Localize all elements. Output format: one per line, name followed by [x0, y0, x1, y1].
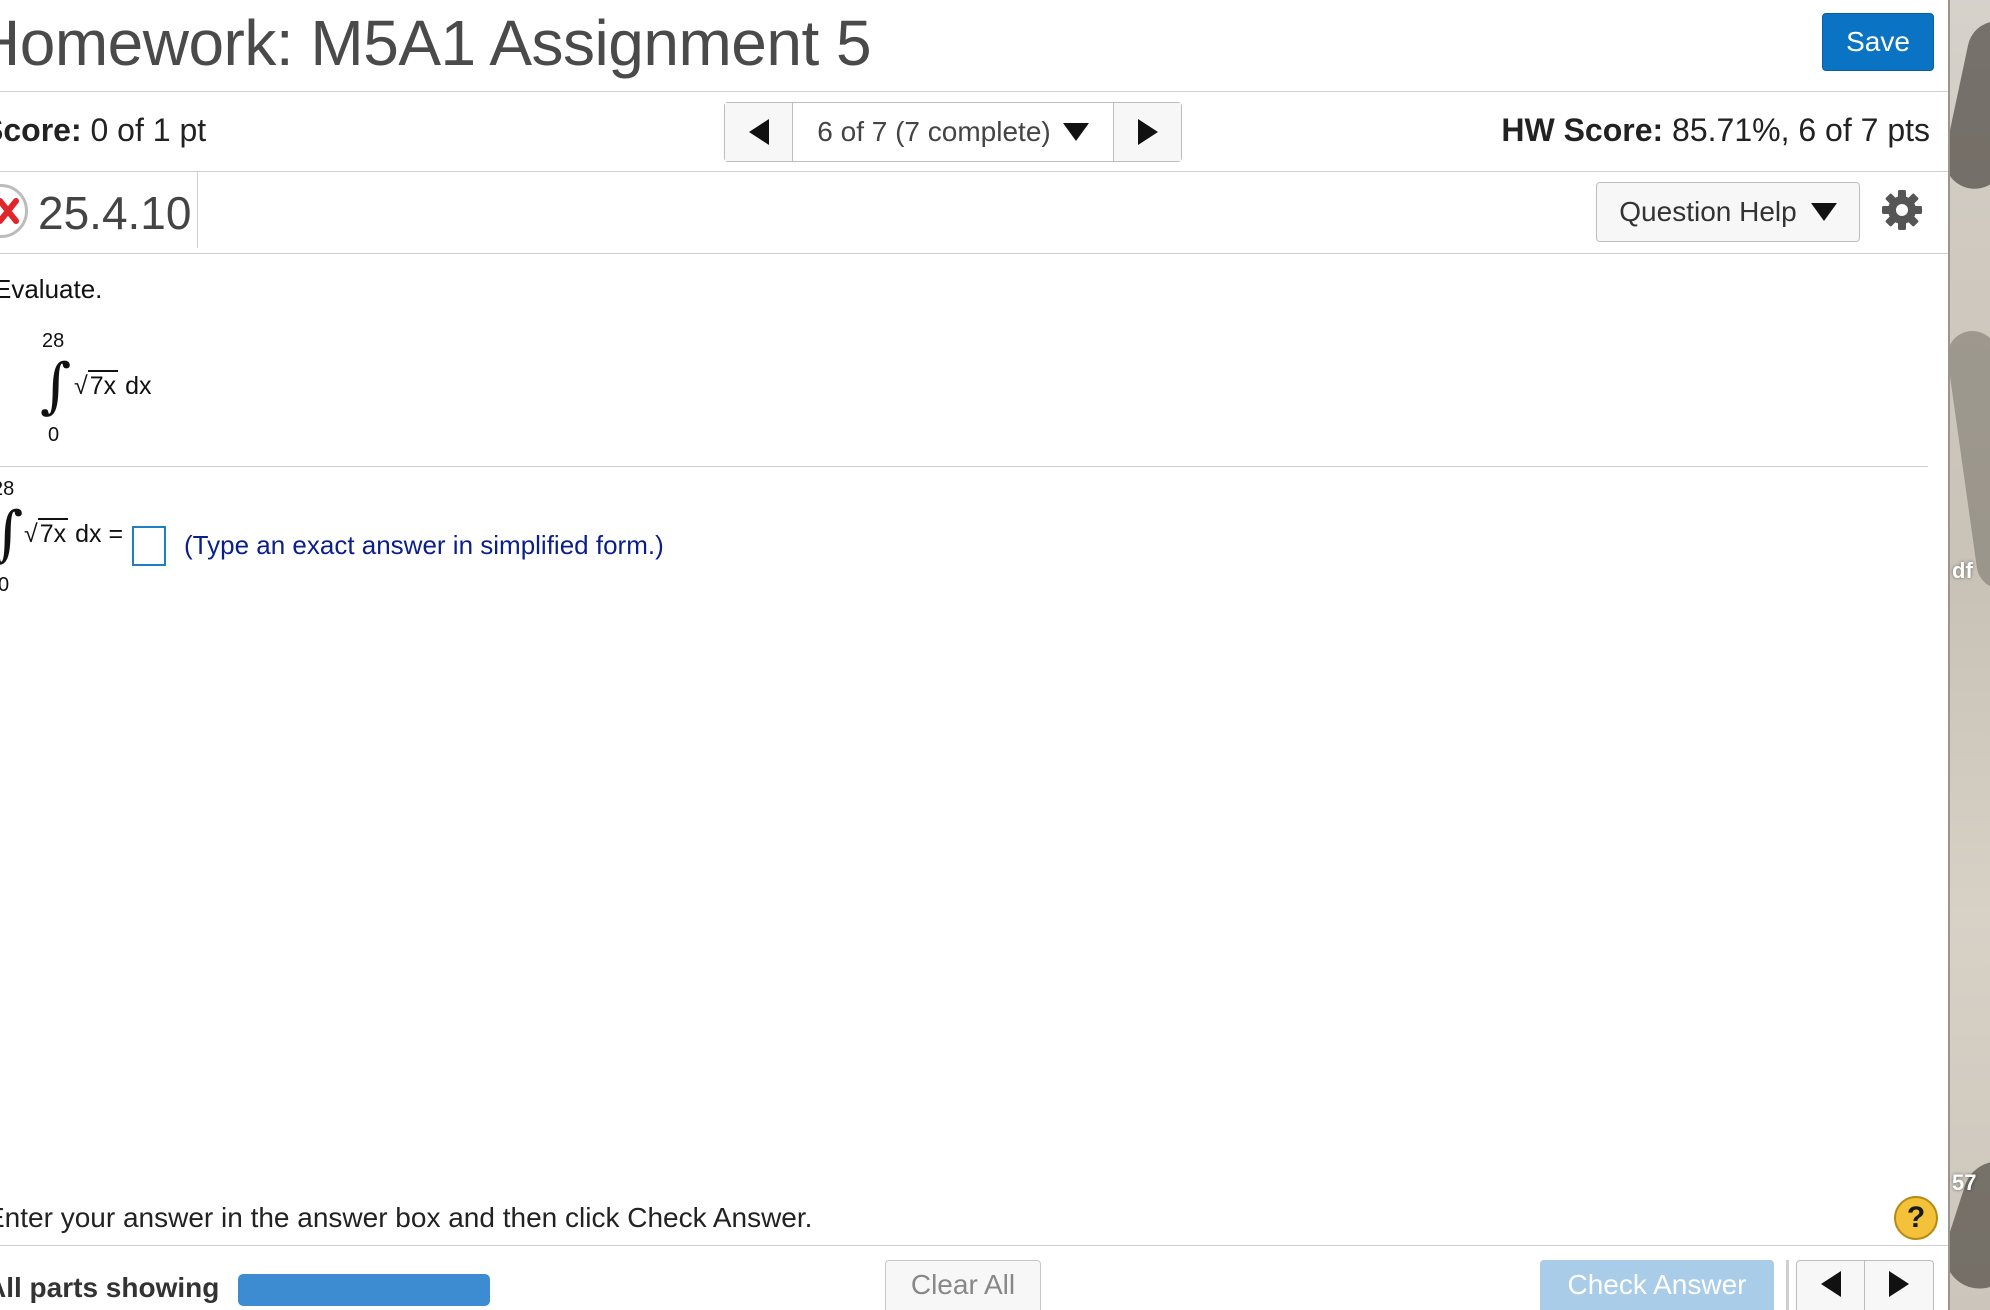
- triangle-down-icon: [1062, 123, 1089, 141]
- question-help-dropdown[interactable]: Question Help: [1596, 182, 1860, 242]
- question-score-label: Score:: [0, 112, 82, 148]
- page-title: Homework: M5A1 Assignment 5: [0, 7, 872, 79]
- differential: dx: [75, 520, 102, 548]
- upper-limit: 28: [42, 330, 65, 352]
- help-icon[interactable]: ?: [1894, 1196, 1938, 1240]
- integrand: √7x dx =: [24, 518, 124, 548]
- gear-icon[interactable]: [1880, 188, 1924, 232]
- footer-instruction: Enter your answer in the answer box and …: [0, 1202, 813, 1233]
- integrand-radicand: 7x: [87, 370, 119, 400]
- header: Homework: M5A1 Assignment 5 Save: [0, 0, 1948, 92]
- hw-score-label: HW Score:: [1501, 112, 1664, 148]
- answer-hint: (Type an exact answer in simplified form…: [184, 530, 664, 560]
- triangle-left-icon: [748, 119, 769, 145]
- question-bar: 25.4.10 Question Help: [0, 172, 1948, 254]
- question-selector-dropdown[interactable]: 6 of 7 (7 complete): [793, 103, 1113, 161]
- question-content: Evaluate. 28 ∫ √7x dx 0 28 ∫ √7x dx = 0 …: [0, 254, 1948, 1219]
- parts-progress-bar: [238, 1274, 490, 1306]
- hw-score-value: 85.71%, 6 of 7 pts: [1663, 112, 1930, 148]
- footer-question-navigator: [1796, 1260, 1934, 1310]
- score-bar: Score: 0 of 1 pt 6 of 7 (7 complete) HW …: [0, 92, 1948, 172]
- integrand-radicand: 7x: [37, 518, 69, 548]
- parts-showing-label: All parts showing: [0, 1272, 220, 1303]
- background-window-strip: df 57: [1948, 0, 1990, 1310]
- app-window: Homework: M5A1 Assignment 5 Save Score: …: [0, 0, 1990, 1310]
- check-answer-button[interactable]: Check Answer: [1540, 1260, 1774, 1310]
- x-icon: [0, 198, 19, 224]
- hw-score: HW Score: 85.71%, 6 of 7 pts: [1501, 112, 1930, 149]
- question-score-value: 0 of 1 pt: [81, 112, 207, 148]
- question-instruction: Evaluate.: [0, 274, 103, 304]
- photo-shadow: [1950, 327, 1990, 593]
- previous-question-button[interactable]: [1797, 1261, 1865, 1310]
- divider: [0, 466, 1928, 467]
- equals-sign: =: [108, 520, 124, 548]
- triangle-right-icon: [1889, 1271, 1909, 1297]
- question-selector-label: 6 of 7 (7 complete): [817, 116, 1051, 147]
- next-question-button[interactable]: [1865, 1261, 1933, 1310]
- integral-sign: ∫: [0, 499, 24, 569]
- upper-limit: 28: [0, 478, 15, 500]
- divider: [197, 172, 198, 248]
- previous-question-button[interactable]: [725, 103, 793, 161]
- integral-sign: ∫: [40, 351, 72, 421]
- parts-progress-fill: [238, 1274, 490, 1306]
- footer-instruction-bar: Enter your answer in the answer box and …: [0, 1194, 1948, 1246]
- question-navigator: 6 of 7 (7 complete): [724, 102, 1182, 162]
- question-help-label: Question Help: [1619, 196, 1797, 227]
- question-number: 25.4.10: [38, 187, 192, 239]
- strip-text: df: [1952, 558, 1973, 583]
- clear-all-button[interactable]: Clear All: [885, 1260, 1041, 1310]
- problem-integral: 28 ∫ √7x dx 0: [30, 330, 230, 450]
- integrand: √7x dx: [74, 370, 152, 400]
- answer-integral: 28 ∫ √7x dx = 0: [0, 478, 132, 602]
- save-button[interactable]: Save: [1822, 13, 1934, 71]
- answer-input[interactable]: [132, 526, 166, 566]
- differential: dx: [125, 372, 152, 400]
- incorrect-status-badge: [0, 184, 28, 238]
- footer-bar: All parts showing Clear All Check Answer: [0, 1246, 1948, 1310]
- triangle-down-icon: [1810, 203, 1837, 221]
- triangle-right-icon: [1137, 119, 1158, 145]
- strip-text: 57: [1952, 1170, 1977, 1195]
- next-question-button[interactable]: [1113, 103, 1181, 161]
- triangle-left-icon: [1820, 1271, 1841, 1297]
- lower-limit: 0: [0, 574, 10, 596]
- divider: [1786, 1260, 1789, 1310]
- photo-shadow: [1950, 15, 1990, 195]
- lower-limit: 0: [48, 424, 60, 446]
- question-score: Score: 0 of 1 pt: [0, 112, 206, 149]
